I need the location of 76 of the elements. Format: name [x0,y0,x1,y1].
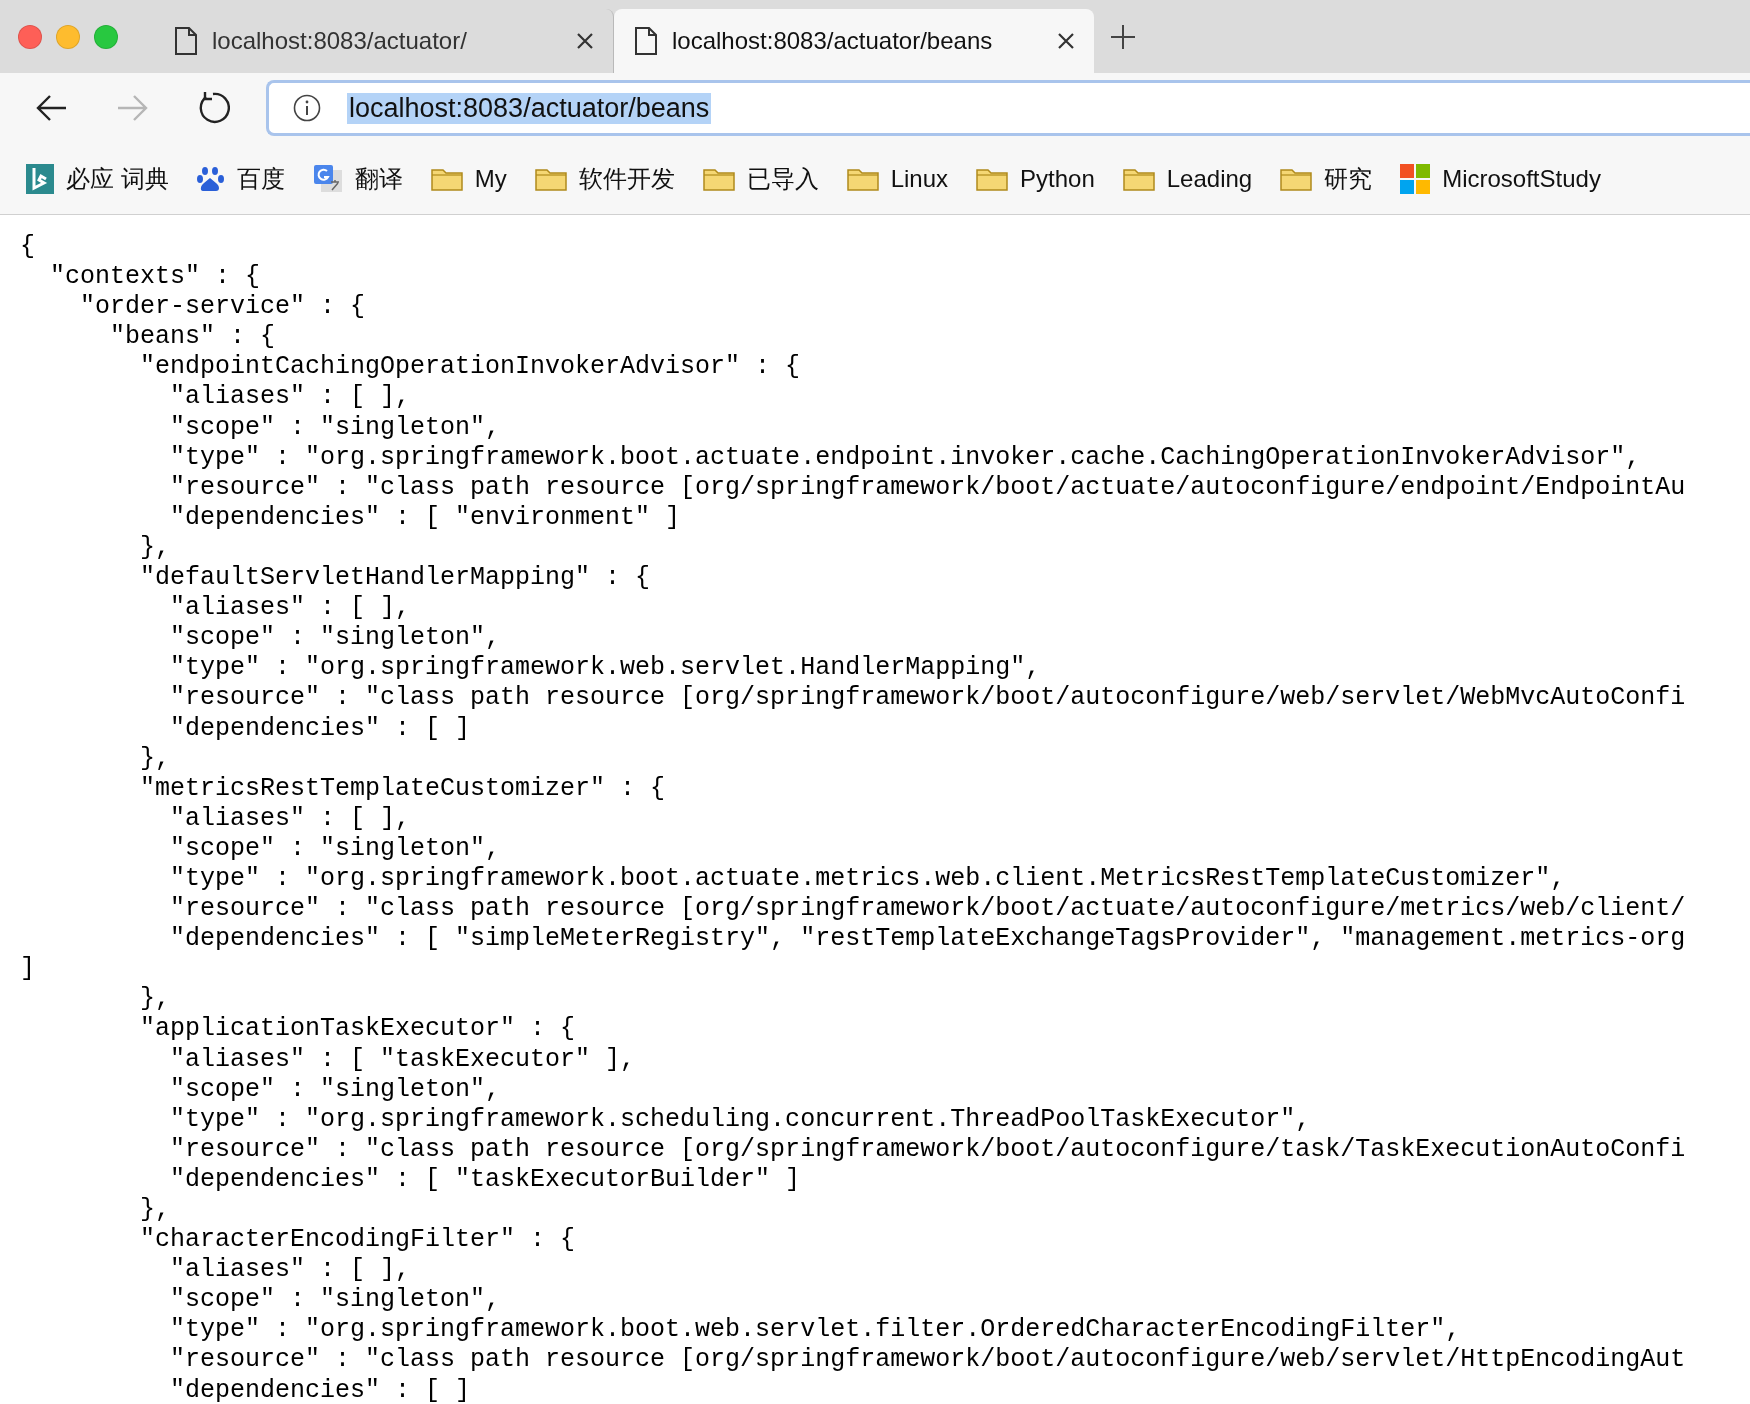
folder-icon [534,166,567,191]
code-line: "scope" : "singleton", [169,1074,501,1104]
code-line: "aliases" : [ ], [169,1255,411,1285]
code-line: "type" : "org.springframework.scheduling.concurrent.ThreadPoolTaskExecutor", [169,1104,1311,1134]
microsoft-logo-icon [1400,163,1431,194]
translate-icon [312,163,343,194]
bookmark-link[interactable]: 百度 [196,162,285,195]
code-line: "endpointCachingOperationInvokerAdvisor" : { [139,352,801,382]
close-tab-button[interactable] [1056,31,1076,51]
bookmark-link[interactable]: My [430,164,507,193]
bookmark-link[interactable]: MicrosoftStudy [1400,163,1601,194]
bookmark-link[interactable]: 软件开发 [534,162,675,195]
back-arrow-icon [36,94,68,122]
code-line: "resource" : "class path resource [org/springframework/boot/actuate/autoconfigure/endpoint/EndpointAu [169,472,1686,502]
bookmark-link[interactable]: Linux [846,164,949,193]
code-line: "beans" : { [109,322,276,352]
code-line: "resource" : "class path resource [org/springframework/boot/autoconfigure/web/servlet/WebMvcAutoConfi [169,683,1686,713]
bookmark-link[interactable]: 翻译 [312,162,403,195]
close-tab-button[interactable] [575,31,595,51]
code-line: { [20,232,35,261]
bing-logo-icon [26,163,54,194]
folder-icon [976,166,1009,191]
code-line: "applicationTaskExecutor" : { [139,1014,576,1044]
code-line: }, [139,743,171,773]
back-button[interactable] [36,94,68,122]
code-line: "order-service" : { [79,292,366,322]
code-line: "type" : "org.springframework.web.servlet.HandlerMapping", [169,653,1041,683]
code-line: "characterEncodingFilter" : { [139,1225,576,1255]
code-line: }, [139,532,171,562]
code-line: }, [139,984,171,1014]
folder-icon [1122,166,1155,191]
code-line: "aliases" : [ ], [169,593,411,623]
folder-icon [1280,166,1313,191]
tab-title: localhost:8083/actuator/ [212,27,468,55]
code-line: "type" : "org.springframework.boot.actuate.endpoint.invoker.cache.CachingOperationInvokerAdvisor", [169,442,1641,472]
bookmark-link[interactable]: 必应 词典 [26,162,169,195]
plus-icon [1110,23,1136,50]
code-line: "resource" : "class path resource [org/springframework/boot/autoconfigure/task/TaskExecutionAutoConfi [169,1134,1686,1164]
code-line: "dependencies" : [ ] [169,1375,471,1404]
folder-icon [846,166,879,191]
bookmark-link[interactable]: 研究 [1280,162,1373,195]
bookmark-link[interactable]: Leading [1122,164,1253,193]
code-line: "dependencies" : [ ] [169,713,471,743]
code-line: "scope" : "singleton", [169,833,501,863]
folder-icon [702,166,735,191]
code-line: "aliases" : [ "taskExecutor" ], [169,1044,636,1074]
code-line: "type" : "org.springframework.boot.actuate.metrics.web.client.MetricsRestTemplateCustomizer", [169,863,1566,893]
code-line: }, [139,1195,171,1224]
code-line: "defaultServletHandlerMapping" : { [139,563,651,593]
code-line: "type" : "org.springframework.boot.web.servlet.filter.OrderedCharacterEncodingFilter", [169,1315,1461,1345]
code-line: "contexts" : { [49,262,261,292]
browser-tab[interactable]: localhost:8083/actuator/beans [614,9,1094,73]
new-tab-button[interactable] [1110,23,1136,50]
code-line: "metricsRestTemplateCustomizer" : { [139,773,666,803]
tab-title: localhost:8083/actuator/beans [672,27,994,55]
url-text: localhost:8083/actuator/beans [347,92,712,124]
bookmark-link[interactable]: 已导入 [702,162,819,195]
folder-icon [430,166,463,191]
address-field[interactable]: localhost:8083/actuator/beans [266,80,1750,136]
forward-arrow-icon [116,94,148,122]
page-icon [634,26,658,56]
code-line: "dependencies" : [ "environment" ] [169,502,681,532]
code-line: ] [20,954,35,984]
code-line: "dependencies" : [ "simpleMeterRegistry", "restTemplateExchangeTagsProvider", "management.metrics-org [169,924,1686,954]
close-window-button[interactable] [18,24,42,49]
code-line: "aliases" : [ ], [169,803,411,833]
bookmark-link[interactable]: Python [976,164,1095,193]
code-line: "scope" : "singleton", [169,1285,501,1315]
code-line: "aliases" : [ ], [169,382,411,412]
page-icon [174,26,198,56]
code-line: "resource" : "class path resource [org/springframework/boot/actuate/autoconfigure/metrics/web/client/ [169,894,1686,924]
code-line: "dependencies" : [ "taskExecutorBuilder" ] [169,1164,801,1194]
info-icon [293,94,321,122]
code-line: "scope" : "singleton", [169,412,501,442]
code-line: "scope" : "singleton", [169,623,501,653]
code-line: "resource" : "class path resource [org/springframework/boot/autoconfigure/web/servlet/HttpEncodingAut [169,1345,1686,1375]
